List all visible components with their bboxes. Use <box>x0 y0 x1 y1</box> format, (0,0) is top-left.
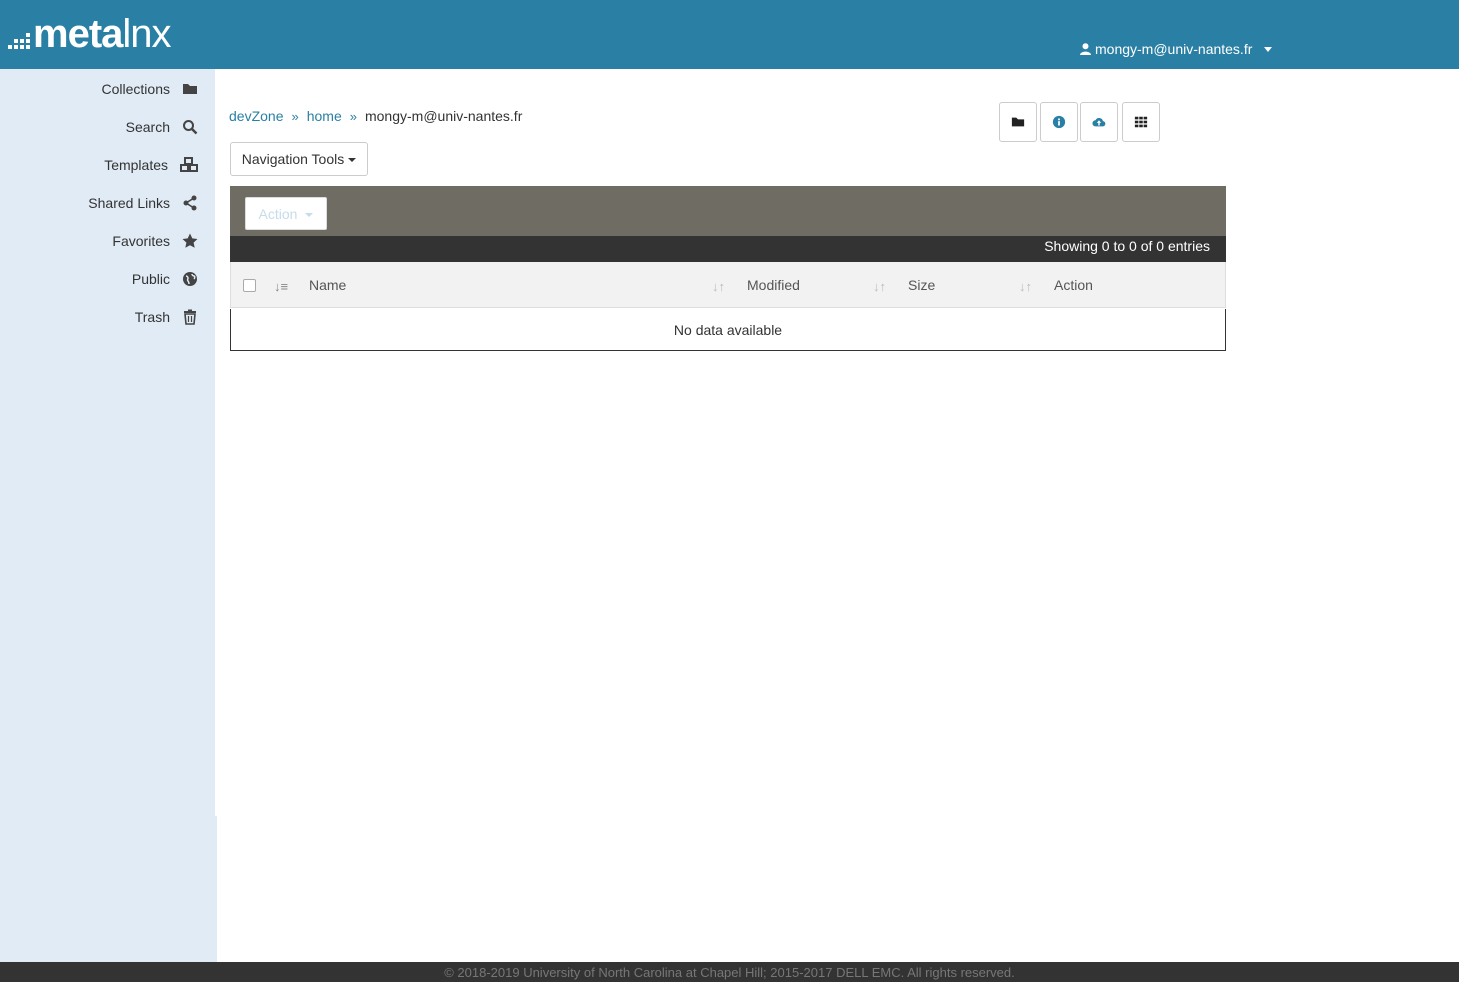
sidebar-item-favorites[interactable]: Favorites <box>112 229 198 253</box>
metalnx-logo[interactable]: metalnx <box>8 12 172 56</box>
sidebar-edge <box>215 816 217 962</box>
table-info-bar: Showing 0 to 0 of 0 entries <box>230 236 1226 262</box>
top-navbar: metalnx mongy-m@univ-nantes.fr <box>0 0 1459 69</box>
chevron-down-icon <box>1264 46 1273 52</box>
sidebar-item-label: Trash <box>134 309 170 325</box>
user-icon <box>1080 43 1091 55</box>
action-button-label: Action <box>258 205 298 222</box>
upload-button[interactable] <box>1080 102 1118 142</box>
sidebar-item-collections[interactable]: Collections <box>102 77 198 101</box>
info-button[interactable] <box>1040 102 1078 142</box>
star-icon <box>182 233 198 248</box>
breadcrumb-current: mongy-m@univ-nantes.fr <box>364 108 523 124</box>
footer: © 2018-2019 University of North Carolina… <box>0 962 1459 982</box>
new-collection-button[interactable] <box>999 102 1037 142</box>
sidebar-item-shared-links[interactable]: Shared Links <box>88 191 198 215</box>
caret-down-icon <box>305 212 314 217</box>
sidebar-item-trash[interactable]: Trash <box>135 305 198 329</box>
grid-view-button[interactable] <box>1122 102 1160 142</box>
empty-table-message: No data available <box>673 321 783 338</box>
sidebar-item-public[interactable]: Public <box>132 267 198 291</box>
sort-numeric-icon[interactable]: ↓≡ <box>274 279 288 294</box>
sidebar-item-label: Shared Links <box>88 195 170 211</box>
caret-down-icon <box>348 158 357 162</box>
sort-icon[interactable]: ↓↑ <box>873 279 886 294</box>
action-dropdown-button[interactable]: Action <box>245 197 327 230</box>
folder-icon <box>183 84 197 94</box>
double-chevron-right-icon: » <box>349 108 357 124</box>
sidebar-item-search[interactable]: Search <box>126 115 198 139</box>
grid-icon <box>1134 116 1148 128</box>
search-icon <box>183 120 198 135</box>
sidebar: Collections Search Templates Shared Link… <box>0 69 215 962</box>
logo-dots-icon <box>8 33 30 49</box>
cubes-icon <box>180 157 198 172</box>
user-email: mongy-m@univ-nantes.fr <box>1095 41 1253 57</box>
sidebar-item-label: Favorites <box>112 233 170 249</box>
globe-icon <box>183 272 197 286</box>
copyright-text: © 2018-2019 University of North Carolina… <box>444 965 1015 980</box>
sidebar-item-label: Public <box>131 271 170 287</box>
user-menu-dropdown[interactable]: mongy-m@univ-nantes.fr <box>1080 40 1273 58</box>
navigation-tools-label: Navigation Tools <box>241 151 345 167</box>
trash-icon <box>184 309 196 325</box>
column-header-action: Action <box>1054 277 1093 293</box>
breadcrumb: devZone » home » mongy-m@univ-nantes.fr <box>229 108 522 124</box>
share-icon <box>183 195 197 211</box>
sort-icon[interactable]: ↓↑ <box>1019 279 1032 294</box>
double-chevron-right-icon: » <box>291 108 299 124</box>
sidebar-item-label: Collections <box>101 81 170 97</box>
sidebar-item-label: Templates <box>104 157 168 173</box>
select-all-checkbox[interactable] <box>243 279 256 292</box>
breadcrumb-link-home[interactable]: home <box>307 108 342 124</box>
table-panel-header: Action <box>230 186 1226 236</box>
table-header: ↓≡ Name ↓↑ Modified ↓↑ Size ↓↑ Action <box>230 262 1226 308</box>
entries-info: Showing 0 to 0 of 0 entries <box>1044 238 1210 254</box>
navigation-tools-dropdown[interactable]: Navigation Tools <box>230 142 368 176</box>
column-header-size[interactable]: Size <box>908 262 935 308</box>
sidebar-item-label: Search <box>125 119 170 135</box>
breadcrumb-link-devzone[interactable]: devZone <box>229 108 283 124</box>
column-header-modified[interactable]: Modified <box>747 262 800 308</box>
sort-icon[interactable]: ↓↑ <box>712 279 725 294</box>
folder-icon <box>1011 117 1025 127</box>
cloud-upload-icon <box>1092 117 1106 127</box>
column-header-name[interactable]: Name <box>309 262 346 308</box>
logo-text: metalnx <box>33 12 172 56</box>
table-empty-row: No data available <box>230 309 1226 351</box>
info-icon <box>1052 115 1066 129</box>
sidebar-item-templates[interactable]: Templates <box>104 153 198 177</box>
